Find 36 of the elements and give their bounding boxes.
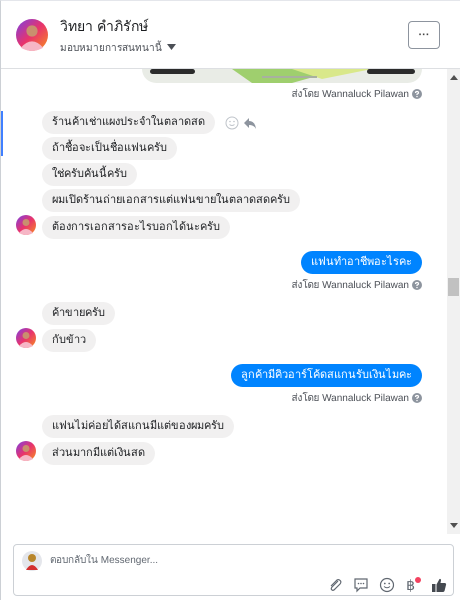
thumbs-up-icon[interactable] bbox=[431, 577, 447, 593]
message-bubble: ต้องการเอกสารอะไรบอกได้นะครับ bbox=[42, 216, 230, 239]
reply-icon[interactable] bbox=[243, 116, 257, 130]
message-bubble: ส่วนมากมีแต่เงินสด bbox=[42, 442, 155, 465]
message-bubble: ผมเปิดร้านถ่ายเอกสารแต่แฟนขายในตลาดสดครับ bbox=[42, 189, 300, 212]
scroll-down-icon[interactable] bbox=[450, 523, 458, 528]
avatar bbox=[16, 215, 36, 235]
smiley-icon[interactable] bbox=[379, 577, 396, 593]
more-button[interactable]: ··· bbox=[408, 20, 440, 48]
message-bubble: ค้าขายครับ bbox=[42, 302, 115, 325]
scrollbar[interactable] bbox=[447, 69, 460, 534]
sender-caption: ส่งโดย Wannaluck Pilawan bbox=[291, 278, 409, 292]
message-bubble: ใช่ครับคันนี้ครับ bbox=[42, 163, 137, 186]
scroll-up-icon[interactable] bbox=[450, 75, 458, 80]
sender-caption: ส่งโดย Wannaluck Pilawan bbox=[291, 391, 409, 405]
message-bubble: ร้านค้าเช่าแผงประจำในตลาดสด bbox=[42, 111, 215, 134]
avatar bbox=[16, 441, 36, 461]
help-icon[interactable] bbox=[412, 88, 422, 98]
contact-name: วิทยา คำภิรักษ์ bbox=[60, 16, 150, 36]
avatar bbox=[16, 328, 36, 348]
message-bubble: ลูกค้ามีคิวอาร์โค้ดสแกนรับเงินไมคะ bbox=[231, 364, 422, 387]
message-bubble: ถ้าชื้อจะเป็นชื่อแฟนครับ bbox=[42, 137, 177, 160]
payment-button[interactable]: ฿ bbox=[405, 577, 416, 593]
chat-icon[interactable] bbox=[353, 577, 370, 593]
reply-field[interactable]: ตอบกลับใน Messenger... ฿ bbox=[13, 544, 454, 596]
message-bubble: แฟนไม่ค่อยได้สแกนมีแต่ของผมครับ bbox=[42, 415, 234, 438]
assign-link[interactable]: มอบหมายการสนทนานี้ bbox=[60, 40, 162, 54]
avatar bbox=[22, 551, 42, 571]
message-bubble: กับข้าว bbox=[42, 329, 96, 352]
help-icon[interactable] bbox=[412, 280, 422, 290]
message-bubble: แฟนทำอาชีพอะไรคะ bbox=[301, 251, 422, 274]
help-icon[interactable] bbox=[412, 392, 422, 402]
scrollbar-thumb[interactable] bbox=[448, 278, 459, 296]
sender-caption: ส่งโดย Wannaluck Pilawan bbox=[291, 87, 409, 101]
avatar bbox=[16, 18, 48, 50]
caret-icon[interactable] bbox=[167, 44, 176, 50]
